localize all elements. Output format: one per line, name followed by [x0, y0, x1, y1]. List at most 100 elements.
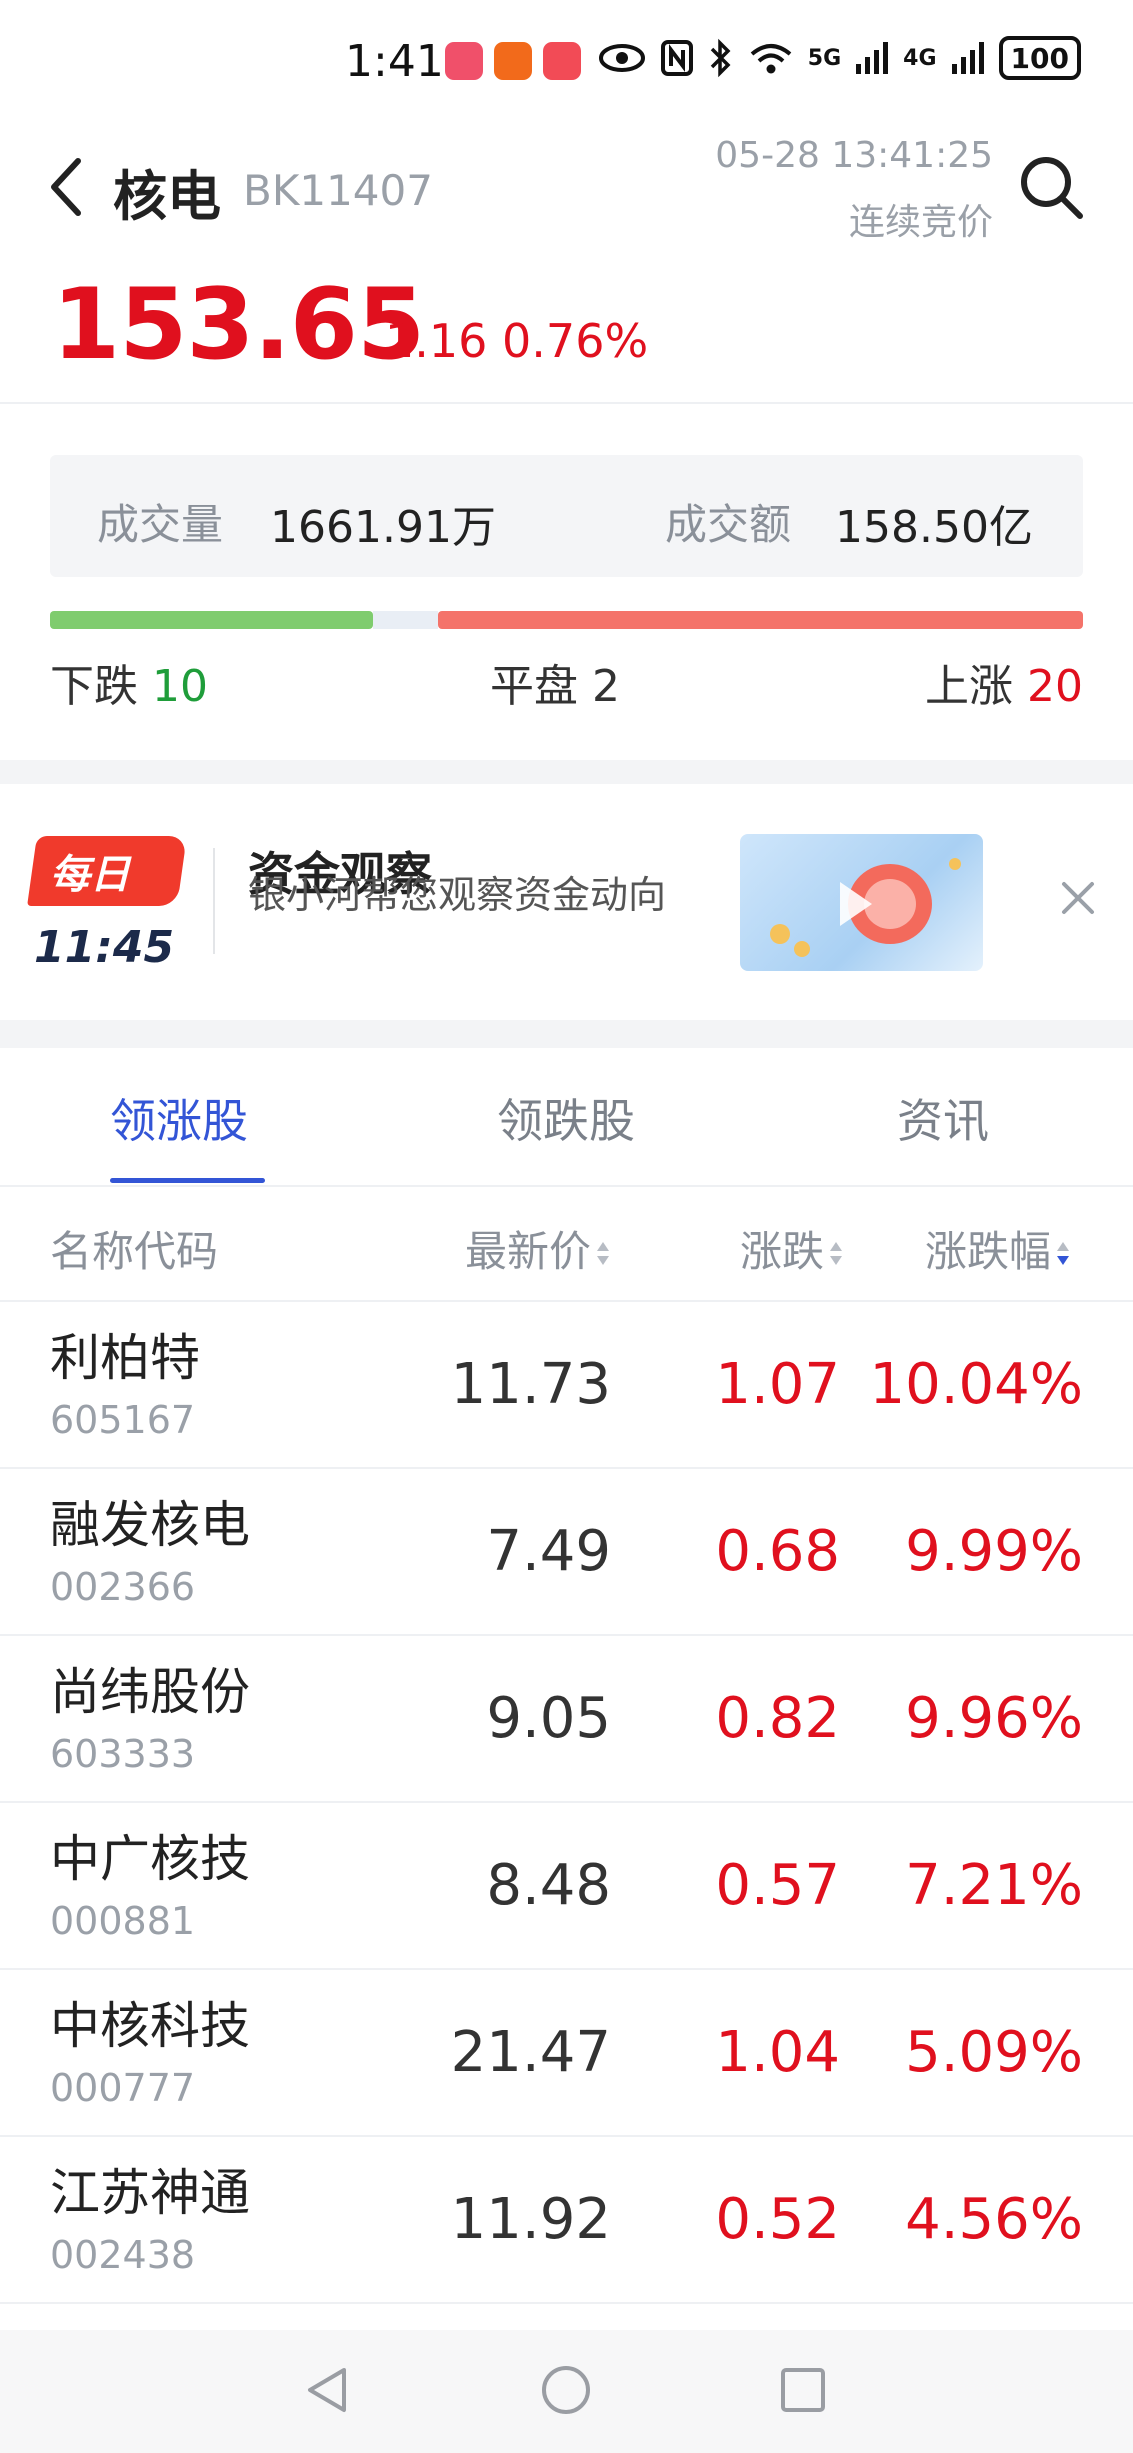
- stock-change-pct: 9.99%: [905, 1519, 1083, 1584]
- play-coin-icon: [770, 858, 961, 957]
- status-bar: 1:41 5G 4G 100: [0, 0, 1133, 120]
- divider: [0, 402, 1133, 404]
- column-header-price-label: 最新价: [465, 1227, 592, 1276]
- stock-change: 1.04: [715, 2020, 840, 2085]
- index-price: 153.65: [52, 268, 425, 382]
- trading-phase: 连续竞价: [848, 202, 993, 243]
- stock-price: 11.92: [450, 2187, 611, 2252]
- app-618-icon: [445, 42, 483, 80]
- table-row[interactable]: 中广核技 000881 8.48 0.57 7.21%: [0, 1801, 1133, 1968]
- sector-code: BK11407: [243, 166, 433, 215]
- stock-name: 中核科技: [50, 1997, 250, 2055]
- back-arrow-icon[interactable]: [46, 155, 86, 219]
- app-orange-icon: [494, 42, 532, 80]
- battery-indicator: 100: [998, 36, 1081, 80]
- page-title: 核电: [113, 165, 221, 228]
- breadth-bar-down: [50, 611, 373, 629]
- stock-change: 0.57: [715, 1853, 840, 1918]
- nav-home-icon[interactable]: [538, 2362, 594, 2418]
- ad-separator: [213, 848, 215, 954]
- column-header-pct[interactable]: 涨跌幅: [925, 1218, 1070, 1279]
- ad-logo-text: 每日: [50, 852, 130, 898]
- stock-name: 江苏神通: [50, 2164, 250, 2222]
- amount-label: 成交额: [665, 500, 792, 549]
- signal-icon: [856, 42, 889, 74]
- table-row[interactable]: 利柏特 605167 11.73 1.07 10.04%: [0, 1300, 1133, 1467]
- stock-change: 0.68: [715, 1519, 840, 1584]
- stock-change: 0.52: [715, 2187, 840, 2252]
- stock-code: 002438: [50, 2233, 196, 2277]
- table-row[interactable]: 江苏神通 002438 11.92 0.52 4.56%: [0, 2135, 1133, 2302]
- breadth-down-count: 10: [152, 661, 208, 712]
- tab-leading-gainers[interactable]: 领涨股: [110, 1085, 248, 1151]
- stock-price: 7.49: [486, 1519, 611, 1584]
- table-row[interactable]: 融发核电 002366 7.49 0.68 9.99%: [0, 1467, 1133, 1634]
- network-4g-label: 4G: [903, 45, 937, 71]
- sort-desc-icon: [1057, 1240, 1070, 1270]
- section-gap: [0, 1020, 1133, 1048]
- column-header-pct-label: 涨跌幅: [925, 1227, 1052, 1276]
- breadth-up-label: 上涨: [925, 661, 1013, 712]
- breadth-down: 下跌 10: [50, 650, 208, 714]
- stock-price: 11.73: [450, 1352, 611, 1417]
- nav-back-icon[interactable]: [300, 2362, 356, 2418]
- ad-thumbnail: [740, 834, 983, 971]
- breadth-bar-flat: [373, 611, 438, 629]
- stock-change: 0.82: [715, 1686, 840, 1751]
- column-header-change-label: 涨跌: [740, 1227, 825, 1276]
- close-icon[interactable]: [1058, 878, 1098, 918]
- index-change: 1.16 0.76%: [385, 314, 649, 368]
- stock-code: 000881: [50, 1899, 196, 1943]
- eye-icon: [598, 44, 645, 72]
- stock-name: 中广核技: [50, 1830, 250, 1888]
- breadth-flat-label: 平盘: [490, 661, 578, 712]
- app-huawei-icon: [543, 42, 581, 80]
- breadth-up: 上涨 20: [925, 650, 1083, 714]
- sort-icon: [597, 1240, 610, 1270]
- search-icon[interactable]: [1016, 152, 1086, 222]
- table-row[interactable]: 尚纬股份 603333 9.05 0.82 9.96%: [0, 1634, 1133, 1801]
- column-header-name: 名称代码: [50, 1227, 219, 1276]
- breadth-up-count: 20: [1027, 661, 1083, 712]
- breadth-flat: 平盘 2: [490, 650, 620, 714]
- breadth-down-label: 下跌: [50, 661, 138, 712]
- breadth-bar-up: [438, 611, 1083, 629]
- stock-price: 21.47: [450, 2020, 611, 2085]
- nav-recents-icon[interactable]: [775, 2362, 831, 2418]
- stock-code: 603333: [50, 1732, 196, 1776]
- stock-price: 9.05: [486, 1686, 611, 1751]
- volume-value: 1661.91万: [270, 502, 496, 553]
- breadth-flat-count: 2: [592, 661, 620, 712]
- tab-leading-losers[interactable]: 领跌股: [497, 1085, 635, 1151]
- ad-subtitle: 银小河帮您观察资金动向: [248, 873, 667, 917]
- column-header-price[interactable]: 最新价: [465, 1218, 610, 1279]
- stock-name: 融发核电: [50, 1496, 250, 1554]
- stock-change: 1.07: [715, 1352, 840, 1417]
- nfc-icon: [660, 40, 693, 76]
- tab-news[interactable]: 资讯: [897, 1085, 989, 1151]
- wifi-icon: [750, 44, 792, 74]
- bluetooth-icon: [710, 38, 731, 78]
- stock-name: 利柏特: [50, 1329, 200, 1387]
- volume-panel: 成交量 1661.91万 成交额 158.50亿: [50, 455, 1083, 577]
- network-5g-label: 5G: [807, 45, 842, 71]
- stock-change-pct: 4.56%: [905, 2187, 1083, 2252]
- divider: [0, 1185, 1133, 1187]
- stock-change-pct: 7.21%: [905, 1853, 1083, 1918]
- divider: [0, 2302, 1133, 2304]
- active-tab-indicator: [110, 1178, 265, 1183]
- ad-time: 11:45: [34, 922, 175, 973]
- volume-label: 成交量: [97, 500, 224, 549]
- column-header-change[interactable]: 涨跌: [740, 1218, 843, 1279]
- amount-value: 158.50亿: [835, 502, 1033, 553]
- table-row[interactable]: 中核科技 000777 21.47 1.04 5.09%: [0, 1968, 1133, 2135]
- stock-code: 000777: [50, 2066, 196, 2110]
- stock-code: 002366: [50, 1565, 196, 1609]
- stock-code: 605167: [50, 1398, 196, 1442]
- stock-name: 尚纬股份: [50, 1663, 250, 1721]
- signal-icon: [951, 42, 984, 74]
- stock-change-pct: 10.04%: [869, 1352, 1083, 1417]
- quote-datetime: 05-28 13:41:25: [715, 135, 993, 176]
- status-time: 1:41: [345, 36, 444, 87]
- sort-icon: [830, 1240, 843, 1270]
